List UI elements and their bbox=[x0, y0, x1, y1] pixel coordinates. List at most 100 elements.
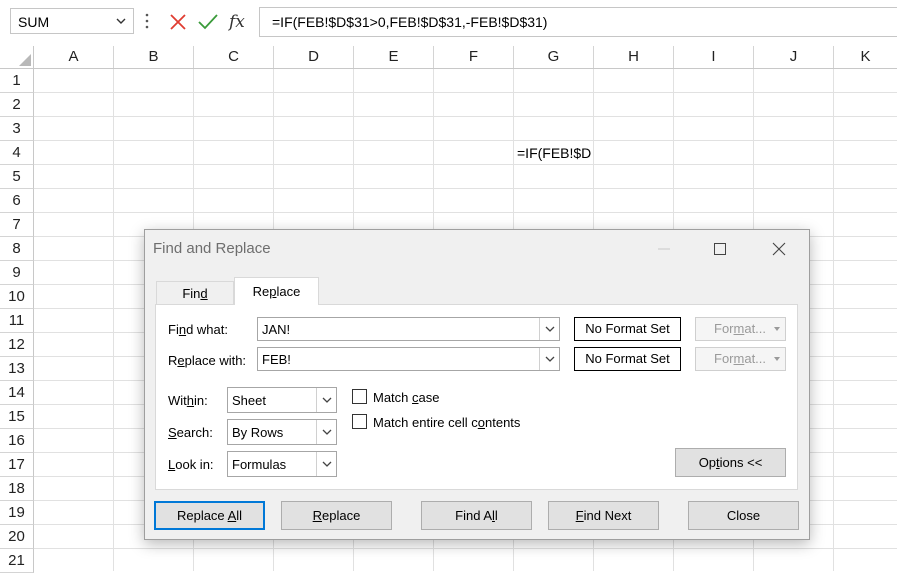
chevron-down-icon bbox=[545, 356, 555, 362]
look-in-label: Look in: bbox=[168, 457, 214, 472]
row-header[interactable]: 21 bbox=[0, 549, 34, 573]
tab-find-accel: d bbox=[200, 286, 208, 301]
within-arrow bbox=[316, 388, 336, 412]
column-header-e[interactable]: E bbox=[354, 46, 434, 68]
row-header[interactable]: 3 bbox=[0, 117, 34, 141]
find-what-label: Find what: bbox=[168, 322, 228, 337]
format-dropdown-arrow-icon bbox=[774, 327, 780, 331]
column-header-d[interactable]: D bbox=[274, 46, 354, 68]
row-header[interactable]: 11 bbox=[0, 309, 34, 333]
name-box-value: SUM bbox=[18, 14, 50, 30]
close-button[interactable]: Close bbox=[688, 501, 799, 530]
replace-button[interactable]: Replace bbox=[281, 501, 392, 530]
find-replace-dialog: Find and Replace Find Replace Find what:… bbox=[144, 229, 810, 540]
replace-with-label: Replace with: bbox=[168, 353, 247, 368]
column-header-j[interactable]: J bbox=[754, 46, 834, 68]
chevron-down-icon[interactable] bbox=[115, 15, 127, 27]
row-header[interactable]: 14 bbox=[0, 381, 34, 405]
match-case-checkbox[interactable] bbox=[352, 389, 367, 404]
column-header-h[interactable]: H bbox=[594, 46, 674, 68]
tab-find-label: Fin bbox=[182, 286, 201, 301]
search-label: Search: bbox=[168, 425, 213, 440]
row-header[interactable]: 2 bbox=[0, 93, 34, 117]
row-header[interactable]: 12 bbox=[0, 333, 34, 357]
options-button[interactable]: Options << bbox=[675, 448, 786, 477]
tab-replace-accel: p bbox=[269, 284, 277, 299]
column-header-b[interactable]: B bbox=[114, 46, 194, 68]
row-header[interactable]: 9 bbox=[0, 261, 34, 285]
column-header-f[interactable]: F bbox=[434, 46, 514, 68]
select-all-triangle-icon bbox=[19, 54, 31, 66]
chevron-down-icon bbox=[322, 397, 332, 403]
row-header[interactable]: 7 bbox=[0, 213, 34, 237]
within-label: Within: bbox=[168, 393, 208, 408]
match-case-label[interactable]: Match case bbox=[373, 390, 439, 405]
close-icon[interactable] bbox=[768, 238, 790, 260]
row-header[interactable]: 13 bbox=[0, 357, 34, 381]
column-headers: A B C D E F G H I J K bbox=[0, 46, 897, 69]
select-all-corner[interactable] bbox=[0, 46, 34, 68]
row-header[interactable]: 6 bbox=[0, 189, 34, 213]
cell-g4[interactable]: =IF(FEB!$D bbox=[515, 142, 597, 164]
row-header[interactable]: 19 bbox=[0, 501, 34, 525]
row-header[interactable]: 8 bbox=[0, 237, 34, 261]
cancel-icon[interactable] bbox=[168, 12, 188, 32]
format-dropdown-arrow-icon bbox=[774, 357, 780, 361]
enter-check-icon[interactable] bbox=[197, 12, 219, 32]
look-in-value: Formulas bbox=[232, 457, 287, 472]
name-box[interactable]: SUM bbox=[10, 8, 134, 34]
formula-bar: SUM fx =IF(FEB!$D$31>0,FEB!$D$31,-FEB!$D… bbox=[0, 0, 897, 44]
within-value: Sheet bbox=[232, 393, 266, 408]
match-entire-cell-label[interactable]: Match entire cell contents bbox=[373, 415, 520, 430]
row-header[interactable]: 4 bbox=[0, 141, 34, 165]
row-header[interactable]: 16 bbox=[0, 429, 34, 453]
replace-panel: Find what: JAN! No Format Set Format... … bbox=[155, 304, 798, 490]
find-all-button[interactable]: Find All bbox=[421, 501, 532, 530]
replace-with-input[interactable]: FEB! bbox=[257, 347, 560, 371]
replace-all-button[interactable]: Replace All bbox=[154, 501, 265, 530]
find-format-button[interactable]: Format... bbox=[695, 317, 786, 341]
more-options-icon[interactable] bbox=[145, 12, 149, 30]
tab-replace-label: Re bbox=[252, 284, 270, 299]
column-header-c[interactable]: C bbox=[194, 46, 274, 68]
search-value: By Rows bbox=[232, 425, 284, 440]
tab-replace-label-rest: lace bbox=[276, 284, 301, 299]
look-in-select[interactable]: Formulas bbox=[227, 451, 337, 477]
column-header-a[interactable]: A bbox=[34, 46, 114, 68]
row-header[interactable]: 17 bbox=[0, 453, 34, 477]
row-header[interactable]: 5 bbox=[0, 165, 34, 189]
find-what-value: JAN! bbox=[262, 322, 291, 337]
column-header-k[interactable]: K bbox=[834, 46, 897, 68]
find-what-dropdown[interactable] bbox=[539, 318, 559, 340]
dialog-title: Find and Replace bbox=[153, 240, 271, 257]
within-select[interactable]: Sheet bbox=[227, 387, 337, 413]
row-header[interactable]: 1 bbox=[0, 69, 34, 93]
search-select[interactable]: By Rows bbox=[227, 419, 337, 445]
minimize-icon[interactable] bbox=[653, 238, 675, 260]
chevron-down-icon bbox=[322, 429, 332, 435]
find-format-preview: No Format Set bbox=[574, 317, 681, 341]
row-header[interactable]: 18 bbox=[0, 477, 34, 501]
search-arrow bbox=[316, 420, 336, 444]
match-entire-cell-checkbox[interactable] bbox=[352, 414, 367, 429]
formula-buttons: fx bbox=[160, 8, 255, 36]
formula-input[interactable]: =IF(FEB!$D$31>0,FEB!$D$31,-FEB!$D$31) bbox=[259, 7, 897, 37]
replace-with-value: FEB! bbox=[262, 352, 291, 367]
replace-format-button[interactable]: Format... bbox=[695, 347, 786, 371]
maximize-icon[interactable] bbox=[709, 238, 731, 260]
replace-with-dropdown[interactable] bbox=[539, 348, 559, 370]
replace-format-preview: No Format Set bbox=[574, 347, 681, 371]
row-header[interactable]: 15 bbox=[0, 405, 34, 429]
tab-replace[interactable]: Replace bbox=[234, 277, 319, 305]
row-header[interactable]: 10 bbox=[0, 285, 34, 309]
find-what-input[interactable]: JAN! bbox=[257, 317, 560, 341]
formula-text: =IF(FEB!$D$31>0,FEB!$D$31,-FEB!$D$31) bbox=[272, 14, 548, 30]
insert-function-icon[interactable]: fx bbox=[228, 10, 250, 32]
column-header-i[interactable]: I bbox=[674, 46, 754, 68]
tab-find[interactable]: Find bbox=[156, 281, 234, 305]
find-next-button[interactable]: Find Next bbox=[548, 501, 659, 530]
row-header[interactable]: 20 bbox=[0, 525, 34, 549]
svg-text:fx: fx bbox=[228, 12, 245, 32]
chevron-down-icon bbox=[545, 326, 555, 332]
column-header-g[interactable]: G bbox=[514, 46, 594, 68]
